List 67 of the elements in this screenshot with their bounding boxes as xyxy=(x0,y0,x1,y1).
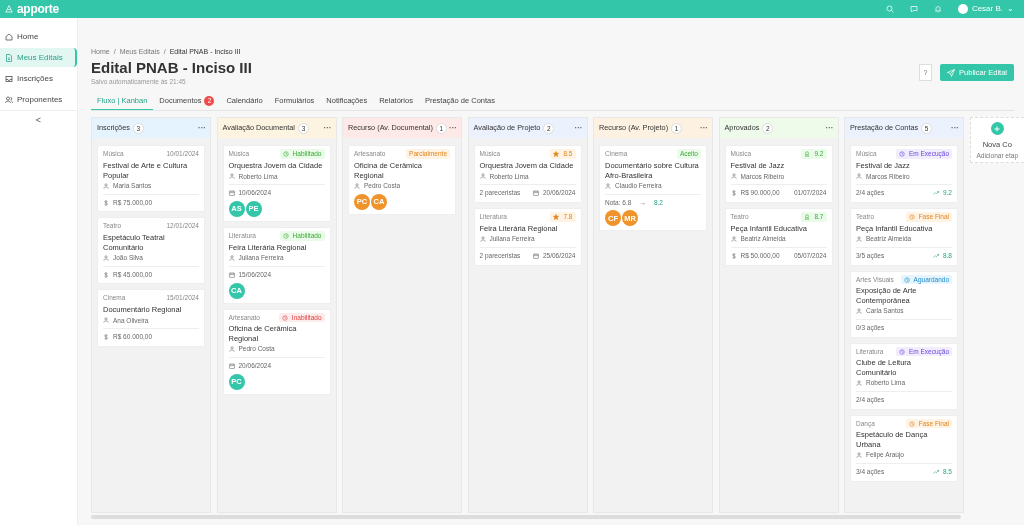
person-icon xyxy=(856,236,862,242)
star-icon xyxy=(553,213,560,220)
more-menu[interactable]: ··· xyxy=(198,124,206,133)
person-icon xyxy=(103,254,109,261)
person-icon xyxy=(730,236,737,242)
plus-icon xyxy=(993,124,1002,133)
person-icon xyxy=(479,236,486,242)
dollar-icon xyxy=(103,334,109,341)
status-icon xyxy=(282,232,289,239)
status-icon xyxy=(281,314,288,321)
trend-icon xyxy=(932,468,939,475)
trend-icon xyxy=(932,190,939,197)
person-icon xyxy=(856,380,862,386)
bell-icon[interactable] xyxy=(933,5,942,13)
person-icon xyxy=(228,255,235,261)
dollar-icon xyxy=(103,271,109,278)
collapse-button[interactable]: < xyxy=(0,110,77,128)
sidebar-item[interactable]: Proponentes xyxy=(0,90,77,109)
person-icon xyxy=(228,173,235,180)
dollar-icon xyxy=(730,190,737,197)
person-icon xyxy=(856,173,862,180)
status-icon xyxy=(898,348,905,355)
person-icon xyxy=(856,452,862,458)
send-icon xyxy=(947,68,956,77)
dollar-icon xyxy=(103,199,109,206)
more-menu[interactable]: ··· xyxy=(951,124,959,133)
award-icon xyxy=(804,213,811,220)
person-icon xyxy=(103,317,109,324)
people-icon xyxy=(5,95,13,104)
scrollbar[interactable] xyxy=(91,515,961,520)
dollar-icon xyxy=(730,252,737,259)
add-button[interactable] xyxy=(990,122,1004,136)
person-icon xyxy=(103,182,109,189)
more-menu[interactable]: ··· xyxy=(574,124,583,133)
page-title: Edital PNAB - Inciso III xyxy=(91,59,252,78)
person-icon xyxy=(354,182,360,189)
house-icon xyxy=(5,32,13,41)
award-icon xyxy=(804,151,811,158)
person-icon xyxy=(605,182,611,189)
status-icon xyxy=(898,151,905,158)
chat-icon[interactable] xyxy=(909,5,918,13)
person-icon xyxy=(479,173,486,180)
more-menu[interactable]: ··· xyxy=(825,124,834,133)
sidebar-item[interactable]: Home xyxy=(0,27,77,46)
calendar-icon xyxy=(228,190,235,197)
status-icon xyxy=(903,276,910,283)
star-icon xyxy=(553,151,560,158)
calendar-icon xyxy=(532,252,539,259)
logo-icon xyxy=(5,5,13,13)
person-icon xyxy=(228,346,235,352)
more-menu[interactable]: ··· xyxy=(323,124,332,133)
status-icon xyxy=(282,151,289,158)
more-menu[interactable]: ··· xyxy=(700,124,708,133)
calendar-icon xyxy=(228,271,235,278)
calendar-icon xyxy=(228,362,235,369)
more-menu[interactable]: ··· xyxy=(449,124,457,133)
person-icon xyxy=(730,173,737,180)
document-icon xyxy=(5,53,13,62)
person-icon xyxy=(856,308,862,314)
user-avatar[interactable] xyxy=(957,4,968,14)
status-icon xyxy=(908,420,915,427)
status-icon xyxy=(908,213,915,220)
inbox-icon xyxy=(5,74,13,83)
calendar-icon xyxy=(532,190,539,197)
search-icon[interactable] xyxy=(885,5,894,13)
trend-icon xyxy=(932,252,939,259)
sidebar-item[interactable]: Inscrições xyxy=(0,69,77,88)
